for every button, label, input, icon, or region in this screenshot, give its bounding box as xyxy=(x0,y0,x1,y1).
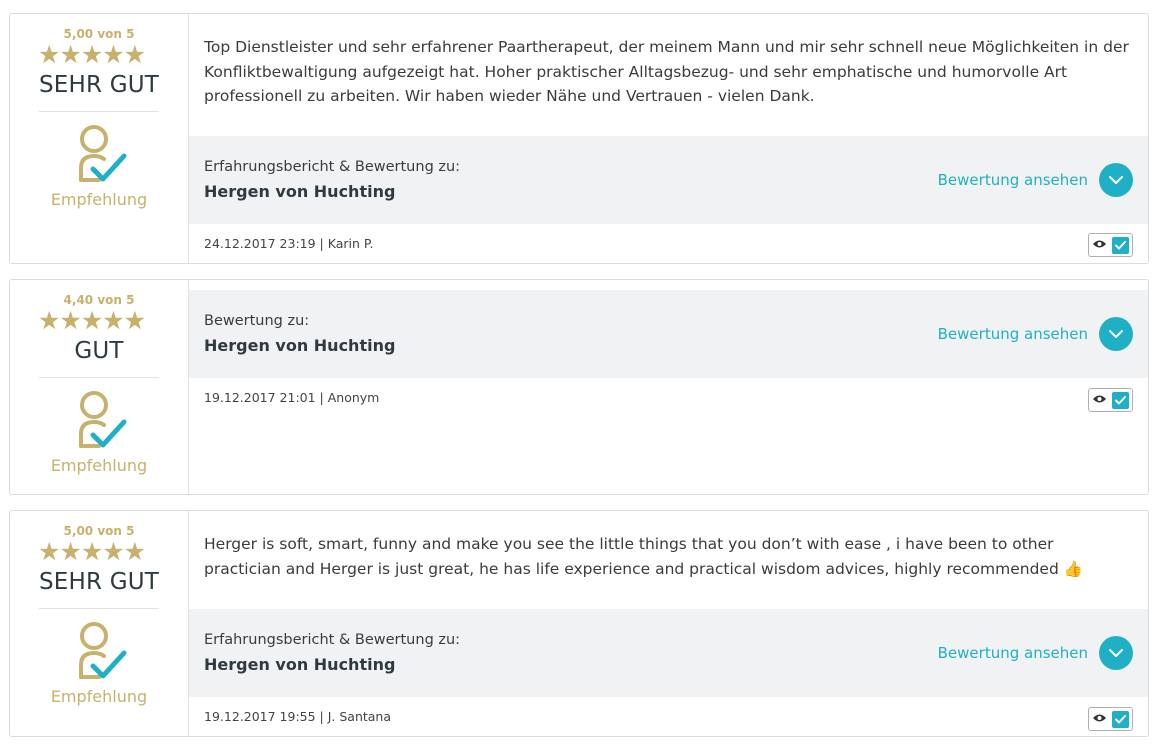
subject-panel: Bewertung zu: Hergen von Huchting Bewert… xyxy=(189,290,1148,378)
rating-word: SEHR GUT xyxy=(38,569,160,595)
review-card: 5,00 von 5 ★★★★★ ★★★★★ SEHR GUT Empfehlu… xyxy=(9,510,1149,737)
user-check-icon xyxy=(79,391,127,448)
subject-panel: Erfahrungsbericht & Bewertung zu: Hergen… xyxy=(189,609,1148,697)
subject-name: Hergen von Huchting xyxy=(204,655,396,674)
subject-label: Bewertung zu: xyxy=(204,313,310,329)
view-review-label[interactable]: Bewertung ansehen xyxy=(938,171,1088,189)
rating-column: 5,00 von 5 ★★★★★ ★★★★★ SEHR GUT Empfehlu… xyxy=(10,14,189,263)
checkbox-checked-icon xyxy=(1112,710,1129,728)
subject-label: Erfahrungsbericht & Bewertung zu: xyxy=(204,159,461,175)
divider xyxy=(39,608,159,609)
view-review-label[interactable]: Bewertung ansehen xyxy=(938,325,1088,343)
stars-fill: ★★★★★ xyxy=(38,42,146,68)
review-meta: 19.12.2017 19:55 | J. Santana xyxy=(204,709,392,724)
user-check-icon xyxy=(79,125,127,182)
recommendation-label: Empfehlung xyxy=(50,190,148,209)
checkbox-checked-icon xyxy=(1112,236,1129,254)
rating-score: 5,00 von 5 xyxy=(63,27,135,41)
divider xyxy=(39,111,159,112)
review-meta: 24.12.2017 23:19 | Karin P. xyxy=(204,236,374,251)
rating-score: 4,40 von 5 xyxy=(63,293,135,307)
rating-column: 4,40 von 5 ★★★★★ ★★★★★ GUT Empfehlung xyxy=(10,280,189,494)
view-review-button[interactable]: Bewertung ansehen xyxy=(938,636,1133,670)
rating-stars: ★★★★★ ★★★★★ xyxy=(38,306,146,335)
review-text: Herger is soft, smart, funny and make yo… xyxy=(204,535,1084,578)
recommendation-label: Empfehlung xyxy=(50,456,148,475)
status-badges xyxy=(1088,388,1133,412)
rating-stars: ★★★★★ ★★★★★ xyxy=(38,42,160,68)
chevron-down-icon[interactable] xyxy=(1099,636,1133,670)
review-content: Herger is soft, smart, funny and make yo… xyxy=(189,511,1148,736)
subject-name: Hergen von Huchting xyxy=(204,336,396,355)
rating-stars: ★★★★★ ★★★★★ xyxy=(38,539,160,565)
review-card: 5,00 von 5 ★★★★★ ★★★★★ SEHR GUT Empfehlu… xyxy=(9,13,1149,264)
rating-word: GUT xyxy=(74,338,124,364)
divider xyxy=(39,377,159,378)
review-card: 4,40 von 5 ★★★★★ ★★★★★ GUT Empfehlung Be… xyxy=(9,279,1149,495)
chevron-down-icon[interactable] xyxy=(1099,317,1133,351)
stars-fill: ★★★★★ xyxy=(38,308,146,334)
rating-column: 5,00 von 5 ★★★★★ ★★★★★ SEHR GUT Empfehlu… xyxy=(10,511,189,736)
chevron-down-icon[interactable] xyxy=(1099,163,1133,197)
review-footer: 19.12.2017 21:01 | Anonym xyxy=(189,378,1148,494)
review-footer: 24.12.2017 23:19 | Karin P. xyxy=(189,224,1148,263)
eye-icon xyxy=(1092,712,1107,726)
review-meta: 19.12.2017 21:01 | Anonym xyxy=(204,390,380,405)
review-footer: 19.12.2017 19:55 | J. Santana xyxy=(189,697,1148,736)
review-content: Bewertung zu: Hergen von Huchting Bewert… xyxy=(189,280,1148,494)
recommendation-label: Empfehlung xyxy=(50,687,148,706)
view-review-button[interactable]: Bewertung ansehen xyxy=(938,317,1133,351)
subject-panel: Erfahrungsbericht & Bewertung zu: Hergen… xyxy=(189,136,1148,224)
checkbox-checked-icon xyxy=(1112,391,1129,409)
subject-name: Hergen von Huchting xyxy=(204,182,396,201)
eye-icon xyxy=(1092,393,1107,407)
stars-fill: ★★★★★ xyxy=(38,539,146,565)
eye-icon xyxy=(1092,238,1107,252)
user-check-icon xyxy=(79,622,127,679)
review-text: Top Dienstleister und sehr erfahrener Pa… xyxy=(204,38,1129,105)
status-badges xyxy=(1088,707,1133,731)
review-content: Top Dienstleister und sehr erfahrener Pa… xyxy=(189,14,1148,263)
rating-word: SEHR GUT xyxy=(38,72,160,98)
rating-score: 5,00 von 5 xyxy=(63,524,135,538)
view-review-button[interactable]: Bewertung ansehen xyxy=(938,163,1133,197)
view-review-label[interactable]: Bewertung ansehen xyxy=(938,644,1088,662)
status-badges xyxy=(1088,233,1133,257)
subject-label: Erfahrungsbericht & Bewertung zu: xyxy=(204,632,461,648)
